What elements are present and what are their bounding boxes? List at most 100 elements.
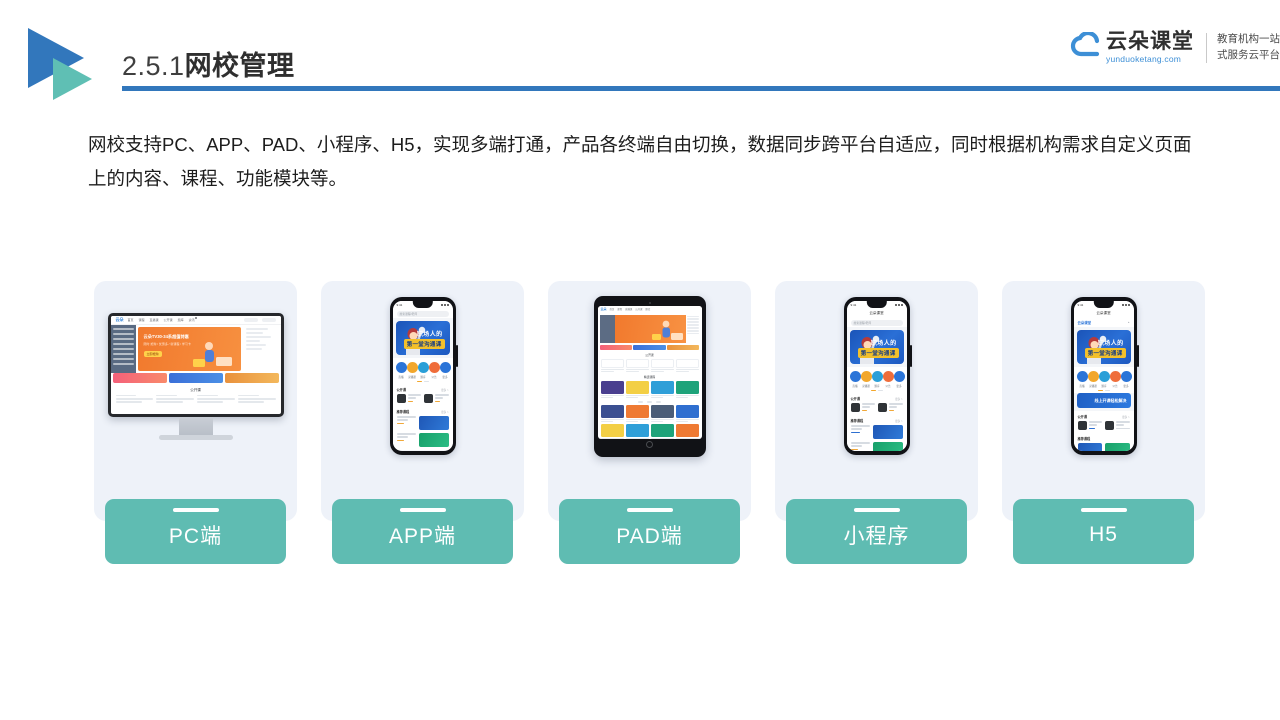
quick-icon-item[interactable]: 题库 <box>417 362 429 379</box>
pad-course-item[interactable] <box>650 380 674 399</box>
pc-course-item <box>156 394 194 403</box>
pad-course-item[interactable] <box>600 404 624 423</box>
app-course-item[interactable] <box>424 394 449 403</box>
pad-right-panel <box>685 314 700 343</box>
pad-course-item[interactable] <box>675 380 699 399</box>
quick-icon-item[interactable]: 公告 <box>1109 371 1121 388</box>
h5-promo-banner[interactable]: 线上开课轻松解决 <box>1076 393 1131 408</box>
quick-icon-item[interactable]: 更多 <box>893 371 905 388</box>
app-course-item[interactable] <box>850 403 875 412</box>
app-quick-icons: 直播 录播课 题库 公告 更多 <box>846 367 907 390</box>
platform-label-pill[interactable]: PC端 <box>105 499 286 564</box>
quick-icon-item[interactable]: 录播课 <box>406 362 418 379</box>
app-course-item[interactable] <box>396 394 421 403</box>
platform-label: 小程序 <box>843 524 910 548</box>
platform-card-app[interactable]: 9:41 搜索课程/老师 职场人的 第一堂沟通课 直播 录播课 题库 公告 更多… <box>315 281 530 571</box>
pc-hero-title: 云朵TV30-34系超值特惠 <box>143 333 189 339</box>
quick-icon-item[interactable]: 公告 <box>428 362 440 379</box>
h5-user-icon[interactable]: ● <box>1128 321 1130 324</box>
quick-icon-item[interactable]: 直播 <box>1076 371 1088 388</box>
notice-icon <box>1109 371 1121 382</box>
quick-icon-item[interactable]: 题库 <box>1098 371 1110 388</box>
monitor-stand <box>178 416 213 435</box>
recommend-thumb <box>872 442 903 451</box>
platform-card-pad[interactable]: 云朵 首页 课程 直播课 公开课 题库 公开课 精选课程 PAD端 <box>542 281 757 571</box>
platform-card-pc[interactable]: 云朵 首页 课程 直播课 公开课 题库 资讯 云朵TV30-34系超值特惠 限时… <box>88 281 303 571</box>
h5-section-more[interactable]: 更多 > <box>1122 415 1129 419</box>
h5-recommend-thumb[interactable] <box>1077 443 1102 451</box>
quick-icon-label: 更多 <box>1123 384 1129 388</box>
more-icon <box>439 362 451 373</box>
pill-top-bar <box>399 508 446 512</box>
tablet-screen: 云朵 首页 课程 直播课 公开课 题库 公开课 精选课程 <box>597 305 702 439</box>
quick-icon-item[interactable]: 录播课 <box>860 371 872 388</box>
pad-course-item[interactable] <box>675 358 699 372</box>
quick-icon-label: 直播 <box>852 384 858 388</box>
pad-course-item[interactable] <box>675 404 699 423</box>
platform-card-miniprogram[interactable]: 9:41 云朵课堂 搜索课程/老师 职场人的 第一堂沟通课 直播 录播课 题库 … <box>769 281 984 571</box>
phone-screen: 9:41 搜索课程/老师 职场人的 第一堂沟通课 直播 录播课 题库 公告 更多… <box>392 301 453 451</box>
pad-course-item[interactable] <box>650 404 674 423</box>
search-input[interactable]: 搜索课程/老师 <box>850 319 903 326</box>
quick-icon-item[interactable]: 录播课 <box>1087 371 1099 388</box>
app-section-more[interactable]: 更多 > <box>895 397 902 401</box>
quick-icon-item[interactable]: 直播 <box>849 371 861 388</box>
pad-course-item[interactable] <box>600 424 624 439</box>
app-course-item[interactable] <box>878 403 903 412</box>
pad-nav-item: 公开课 <box>635 308 643 311</box>
pad-section-title: 公开课 <box>645 353 654 357</box>
quick-icon-item[interactable]: 更多 <box>439 362 451 379</box>
pad-course-item[interactable] <box>625 404 649 423</box>
h5-recommend-thumb[interactable] <box>1105 443 1130 451</box>
h5-course-item[interactable] <box>1077 421 1102 430</box>
platform-label-pill[interactable]: PAD端 <box>559 499 740 564</box>
pad-course-item[interactable] <box>600 380 624 399</box>
pad-nav-item: 课程 <box>617 308 623 311</box>
app-hero-banner: 职场人的 第一堂沟通课 <box>849 330 904 364</box>
platform-label-pill[interactable]: APP端 <box>332 499 513 564</box>
brand-tagline-line1: 教育机构一站 <box>1217 33 1280 46</box>
live-icon <box>395 362 407 373</box>
app-recommend-item[interactable] <box>396 433 449 447</box>
app-recommend-item[interactable] <box>850 425 903 439</box>
platform-card-list: 云朵 首页 课程 直播课 公开课 题库 资讯 云朵TV30-34系超值特惠 限时… <box>88 281 1211 571</box>
platform-label-pill[interactable]: H5 <box>1013 499 1194 564</box>
course-thumb <box>1105 421 1114 430</box>
tablet-home-button[interactable] <box>646 440 653 448</box>
brand-names: 云朵课堂 yunduoketang.com <box>1106 30 1194 64</box>
navbar-title: 云朵课堂 <box>869 311 884 315</box>
header-underline <box>122 86 1280 91</box>
quick-icon-label: 更多 <box>442 375 448 379</box>
quick-icon-item[interactable]: 更多 <box>1120 371 1132 388</box>
pill-top-bar <box>172 508 219 512</box>
quick-icon-label: 录播课 <box>408 375 416 379</box>
h5-section-header: 推荐课程 <box>1073 433 1134 443</box>
app-section-title: 公开课 <box>850 397 861 401</box>
h5-course-item[interactable] <box>1105 421 1130 430</box>
platform-label-pill[interactable]: 小程序 <box>786 499 967 564</box>
pad-course-item[interactable] <box>625 380 649 399</box>
pad-course-item[interactable] <box>650 358 674 372</box>
app-search-row: 搜索课程/老师 <box>846 318 907 327</box>
quick-icon-item[interactable]: 直播 <box>395 362 407 379</box>
recommend-thumb <box>872 425 903 439</box>
app-section-more[interactable]: 更多 > <box>441 388 448 392</box>
pad-course-item[interactable] <box>625 358 649 372</box>
app-section-more[interactable]: 更多 > <box>441 410 448 414</box>
pc-section-title: 公开课 <box>190 387 201 392</box>
pad-course-item[interactable] <box>600 358 624 372</box>
quick-icon-item[interactable]: 题库 <box>871 371 883 388</box>
search-input[interactable]: 搜索课程/老师 <box>396 310 449 317</box>
quick-icon-label: 公告 <box>885 384 891 388</box>
pad-course-item[interactable] <box>675 424 699 439</box>
h5-hero-line2: 第一堂沟通课 <box>1084 348 1126 358</box>
pad-course-item[interactable] <box>650 424 674 439</box>
live-icon <box>1076 371 1088 382</box>
quick-icon-item[interactable]: 公告 <box>882 371 894 388</box>
app-recommend-item[interactable] <box>850 442 903 451</box>
app-recommend-item[interactable] <box>396 416 449 430</box>
app-section-more[interactable]: 更多 > <box>895 419 902 423</box>
pad-course-item[interactable] <box>625 424 649 439</box>
pc-course-list <box>111 394 281 407</box>
platform-card-h5[interactable]: 9:41 云朵课堂 云朵课堂 ● 职场人的 第一堂沟通课 直播 录播课 题库 公… <box>996 281 1211 571</box>
